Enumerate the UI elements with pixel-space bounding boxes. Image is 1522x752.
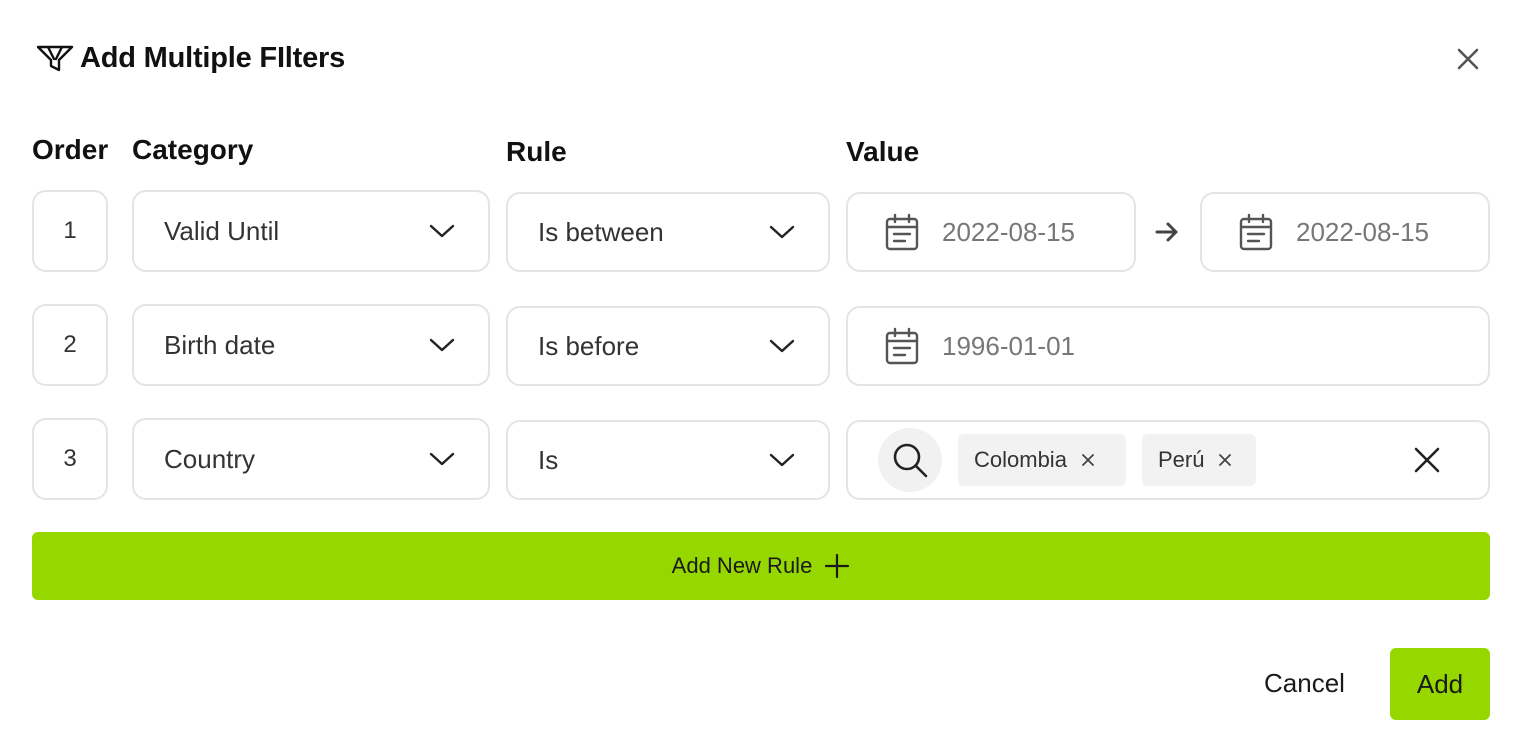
chip-peru: Perú bbox=[1142, 434, 1256, 486]
add-new-rule-button[interactable]: Add New Rule bbox=[32, 532, 1490, 600]
date-from-input-1[interactable]: 2022-08-15 bbox=[846, 192, 1136, 272]
chevron-down-icon bbox=[769, 225, 795, 239]
date-from-value: 2022-08-15 bbox=[942, 216, 1075, 247]
date-input-2[interactable]: 1996-01-01 bbox=[846, 306, 1490, 386]
chip-label: Perú bbox=[1158, 447, 1205, 472]
clear-icon[interactable] bbox=[1412, 445, 1442, 475]
date-to-input-1[interactable]: 2022-08-15 bbox=[1200, 192, 1490, 272]
category-value: Country bbox=[164, 443, 256, 474]
chevron-down-icon bbox=[769, 453, 795, 467]
rule-select-1[interactable]: Is between bbox=[506, 192, 830, 272]
order-field-2[interactable]: 2 bbox=[32, 304, 108, 386]
rule-select-3[interactable]: Is bbox=[506, 420, 830, 500]
remove-chip-icon[interactable] bbox=[1218, 453, 1232, 467]
chip-label: Colombia bbox=[974, 447, 1067, 472]
category-select-3[interactable]: Country bbox=[132, 418, 490, 500]
column-header-order: Order bbox=[32, 134, 109, 165]
chevron-down-icon bbox=[429, 452, 455, 466]
rule-select-2[interactable]: Is before bbox=[506, 306, 830, 386]
calendar-icon bbox=[885, 327, 919, 365]
rule-value: Is bbox=[538, 444, 559, 475]
date-value: 1996-01-01 bbox=[942, 330, 1075, 361]
date-to-value: 2022-08-15 bbox=[1296, 216, 1429, 247]
chevron-down-icon bbox=[429, 338, 455, 352]
close-icon bbox=[1457, 48, 1479, 70]
arrow-right-icon bbox=[1155, 222, 1178, 242]
dialog-header: Add Multiple FIlters bbox=[36, 38, 345, 78]
category-value: Valid Until bbox=[164, 215, 280, 246]
chevron-down-icon bbox=[769, 339, 795, 353]
chevron-down-icon bbox=[429, 224, 455, 238]
remove-chip-icon[interactable] bbox=[1081, 453, 1095, 467]
order-field-1[interactable]: 1 bbox=[32, 190, 108, 272]
chip-colombia: Colombia bbox=[958, 434, 1126, 486]
category-select-2[interactable]: Birth date bbox=[132, 304, 490, 386]
add-button[interactable]: Add bbox=[1390, 648, 1490, 720]
calendar-icon bbox=[1239, 213, 1273, 251]
cancel-button[interactable]: Cancel bbox=[1256, 660, 1353, 706]
order-field-3[interactable]: 3 bbox=[32, 418, 108, 500]
order-number: 1 bbox=[63, 217, 77, 244]
column-header-rule: Rule bbox=[506, 136, 567, 167]
add-new-rule-label: Add New Rule bbox=[671, 553, 813, 578]
dialog-title: Add Multiple FIlters bbox=[80, 41, 346, 74]
search-icon bbox=[893, 443, 928, 478]
rule-value: Is before bbox=[538, 330, 640, 361]
calendar-icon bbox=[885, 213, 919, 251]
order-number: 3 bbox=[63, 445, 77, 472]
search-button[interactable] bbox=[878, 428, 942, 492]
category-select-1[interactable]: Valid Until bbox=[132, 190, 490, 272]
column-header-value: Value bbox=[846, 136, 920, 167]
column-header-category: Category bbox=[132, 134, 254, 165]
close-dialog-button[interactable] bbox=[1452, 43, 1484, 75]
category-value: Birth date bbox=[164, 329, 276, 360]
country-multiselect[interactable]: Colombia Perú bbox=[846, 420, 1490, 500]
filter-icon bbox=[36, 45, 74, 72]
order-number: 2 bbox=[63, 331, 77, 358]
rule-value: Is between bbox=[538, 216, 664, 247]
plus-icon bbox=[825, 553, 850, 579]
